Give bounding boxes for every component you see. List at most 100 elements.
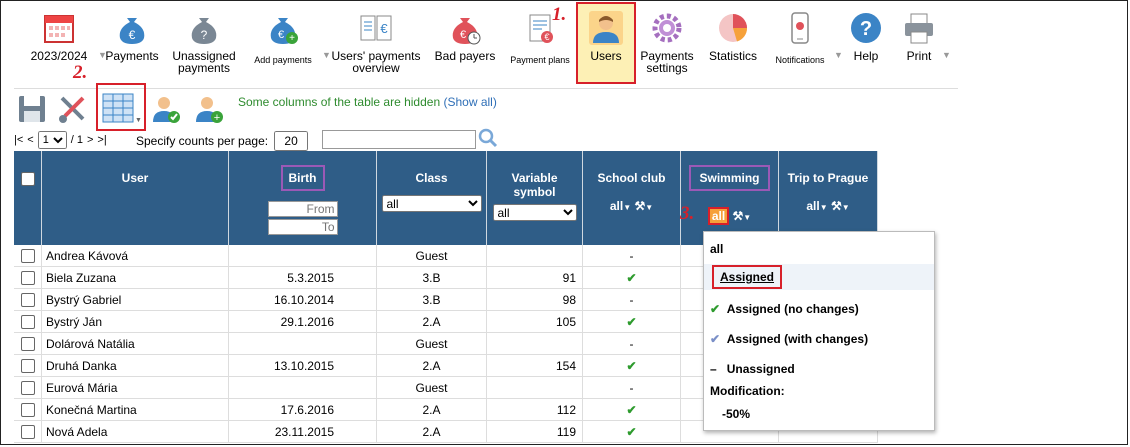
prev-page-link[interactable]: < <box>27 134 33 146</box>
row-checkbox[interactable] <box>20 270 35 285</box>
user-name-cell[interactable]: Bystrý Gabriel <box>41 288 229 311</box>
school-club-cell[interactable]: ✔ <box>582 266 681 289</box>
row-checkbox-cell <box>14 332 42 355</box>
dropdown-option-assigned-row[interactable]: Assigned <box>704 264 934 290</box>
class-header[interactable]: Class all <box>376 151 487 245</box>
trip-tools-icon[interactable]: ⚒ <box>831 199 842 213</box>
search-icon[interactable] <box>478 128 498 148</box>
per-page-input[interactable] <box>274 131 309 151</box>
phone-icon <box>791 12 809 44</box>
school-club-header-label: School club <box>597 171 666 185</box>
class-cell: 2.A <box>376 354 487 377</box>
user-name-cell[interactable]: Eurová Mária <box>41 376 229 399</box>
birth-to-input[interactable] <box>267 219 338 235</box>
birth-cell <box>228 332 377 355</box>
payments-button[interactable]: € Payments <box>102 4 162 84</box>
columns-dropdown-arrow[interactable]: ▼ <box>135 117 142 124</box>
birth-from-input[interactable] <box>267 201 338 217</box>
print-button[interactable]: Print ▼ <box>898 4 951 84</box>
add-payments-button[interactable]: € + Add payments ▼ <box>246 4 331 84</box>
svg-text:€: € <box>460 29 466 41</box>
school-club-cell[interactable]: ✔ <box>582 310 681 333</box>
unassigned-payments-button[interactable]: ? Unassigned payments <box>170 4 238 84</box>
class-filter-select[interactable]: all <box>381 195 482 212</box>
birth-header-label: Birth <box>280 165 325 191</box>
dropdown-option-assigned-with-changes[interactable]: ✔ Assigned (with changes) <box>710 332 868 346</box>
birth-cell: 23.11.2015 <box>228 420 377 443</box>
svg-text:€: € <box>129 28 136 42</box>
page-select[interactable]: 1 <box>37 131 67 149</box>
school-club-cell[interactable]: - <box>582 332 681 355</box>
step-3-marker: 3. <box>680 203 695 224</box>
columns-button[interactable]: ▼ <box>96 83 146 131</box>
bad-payers-button[interactable]: € Bad payers <box>432 4 498 84</box>
payments-settings-button[interactable]: Payments settings <box>638 4 696 84</box>
variable-symbol-header[interactable]: Variable symbol all <box>486 151 583 245</box>
variable-symbol-cell <box>486 245 583 267</box>
user-name-cell[interactable]: Konečná Martina <box>41 398 229 421</box>
birth-cell: 17.6.2016 <box>228 398 377 421</box>
row-checkbox[interactable] <box>20 424 35 439</box>
school-club-cell[interactable]: ✔ <box>582 354 681 377</box>
dropdown-option-assigned-no-changes[interactable]: ✔ Assigned (no changes) <box>710 302 859 316</box>
notifications-button[interactable]: Notifications ▼ <box>768 4 843 84</box>
user-check-icon[interactable] <box>150 93 182 125</box>
dropdown-option-all[interactable]: all <box>710 242 723 256</box>
row-checkbox[interactable] <box>20 402 35 417</box>
pager: |< < 1 / 1 > >| <box>14 131 107 149</box>
school-club-cell[interactable]: - <box>582 245 681 267</box>
dropdown-modification-label: Modification: <box>710 384 785 398</box>
row-checkbox[interactable] <box>20 314 35 329</box>
user-add-icon[interactable]: + <box>193 93 225 125</box>
school-club-filter[interactable]: all <box>610 199 623 213</box>
row-checkbox[interactable] <box>20 248 35 263</box>
school-club-header[interactable]: School club all▼ ⚒▼ <box>582 151 681 245</box>
school-club-cell[interactable]: - <box>582 288 681 311</box>
trip-filter[interactable]: all <box>806 199 819 213</box>
user-name-cell[interactable]: Nová Adela <box>41 420 229 443</box>
select-all-header <box>14 151 42 245</box>
user-name-cell[interactable]: Druhá Danka <box>41 354 229 377</box>
users-button[interactable]: Users <box>576 2 636 84</box>
row-checkbox[interactable] <box>20 380 35 395</box>
school-club-cell[interactable]: ✔ <box>582 398 681 421</box>
help-button[interactable]: ? Help <box>842 4 890 84</box>
dropdown-option-unassigned[interactable]: – Unassigned <box>710 362 795 376</box>
birth-cell: 16.10.2014 <box>228 288 377 311</box>
row-checkbox[interactable] <box>20 336 35 351</box>
show-all-link[interactable]: (Show all) <box>443 95 496 109</box>
row-checkbox[interactable] <box>20 358 35 373</box>
tools-icon[interactable] <box>57 93 89 125</box>
swimming-filter[interactable]: all <box>707 207 730 225</box>
print-dropdown-arrow[interactable]: ▼ <box>942 50 951 60</box>
next-page-link[interactable]: > <box>87 134 93 146</box>
user-name-cell[interactable]: Bystrý Ján <box>41 310 229 333</box>
school-club-cell[interactable]: ✔ <box>582 420 681 443</box>
statistics-button[interactable]: Statistics <box>704 4 762 84</box>
variable-symbol-cell: 91 <box>486 266 583 289</box>
birth-cell: 29.1.2016 <box>228 310 377 333</box>
birth-header[interactable]: Birth <box>228 151 377 245</box>
user-name-cell[interactable]: Biela Zuzana <box>41 266 229 289</box>
search-input[interactable] <box>322 130 476 149</box>
svg-text:€: € <box>380 21 388 36</box>
school-club-tools-icon[interactable]: ⚒ <box>634 199 645 213</box>
last-page-link[interactable]: >| <box>97 134 106 146</box>
per-page-label: Specify counts per page: <box>136 134 269 148</box>
dropdown-option-assigned[interactable]: Assigned <box>712 265 783 289</box>
swimming-tools-icon[interactable]: ⚒ <box>733 209 744 223</box>
variable-symbol-filter-select[interactable]: all <box>492 204 577 221</box>
save-icon[interactable] <box>16 93 48 125</box>
select-all-checkbox[interactable] <box>20 171 35 186</box>
school-club-cell[interactable]: - <box>582 376 681 399</box>
row-checkbox[interactable] <box>20 292 35 307</box>
dropdown-option-minus50[interactable]: -50% <box>722 407 750 421</box>
user-name-cell[interactable]: Dolárová Natália <box>41 332 229 355</box>
user-name-cell[interactable]: Andrea Kávová <box>41 245 229 267</box>
class-cell: 3.B <box>376 266 487 289</box>
first-page-link[interactable]: |< <box>14 134 23 146</box>
user-header[interactable]: User <box>41 151 229 245</box>
svg-text:+: + <box>214 112 220 124</box>
users-payments-overview-button[interactable]: € Users' payments overview <box>328 4 424 84</box>
add-payments-label: Add payments <box>254 55 312 65</box>
